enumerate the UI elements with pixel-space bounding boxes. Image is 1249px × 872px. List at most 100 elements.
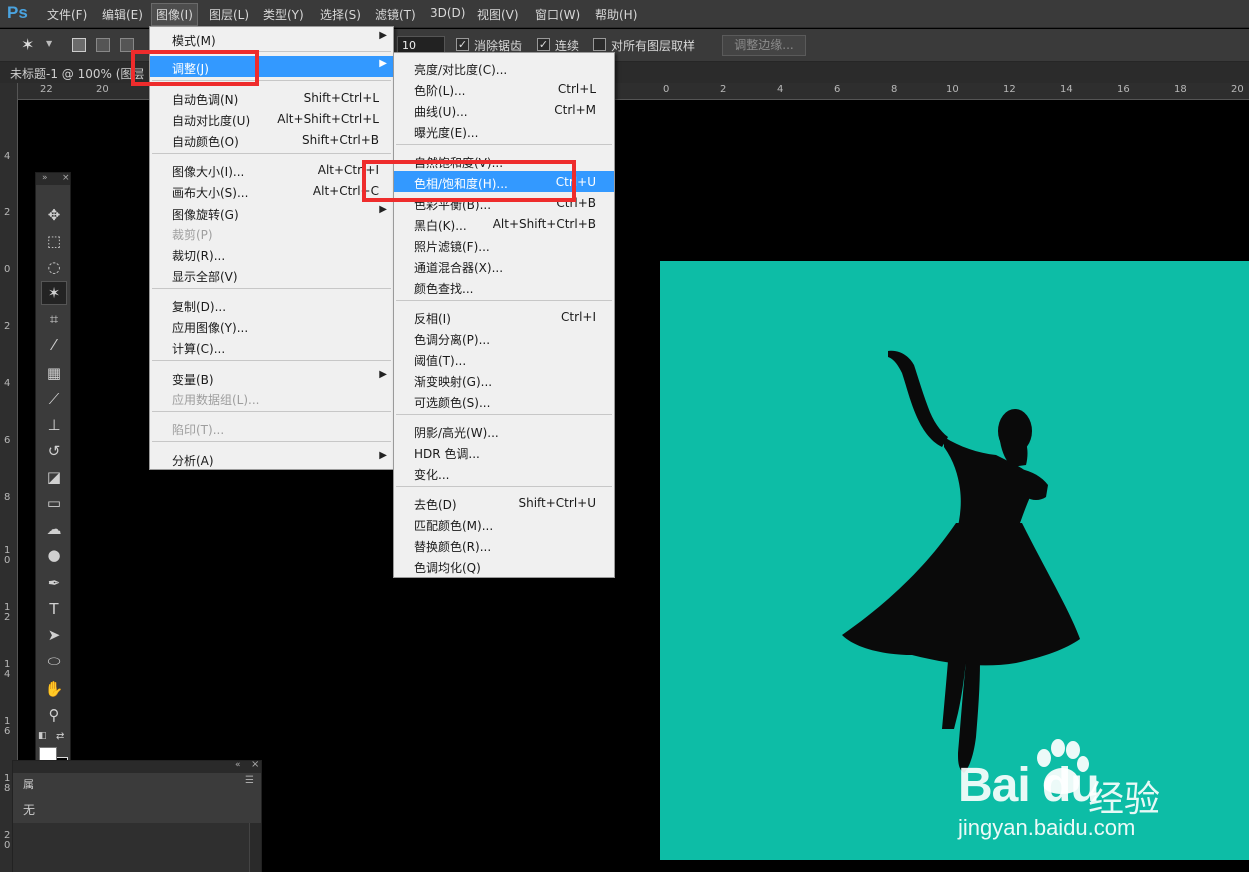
path-selection-tool-icon[interactable]: ➤ [41,623,67,647]
menu-file[interactable]: 文件(F) [47,6,87,23]
swap-colors-icon[interactable]: ⇄ [56,731,64,742]
menu-item-variations[interactable]: 变化... [394,462,614,483]
menu-item-color-lookup[interactable]: 颜色查找... [394,276,614,297]
menu-item-brightness-contrast[interactable]: 亮度/对比度(C)... [394,57,614,78]
crop-tool-icon[interactable]: ⌗ [41,307,67,331]
menu-window[interactable]: 窗口(W) [535,6,580,23]
vertical-ruler[interactable]: 4 2 0 2 4 6 8 1 0 1 2 1 4 1 6 1 8 2 0 [0,83,18,872]
menu-item-threshold[interactable]: 阈值(T)... [394,348,614,369]
menu-item-image-rotation[interactable]: 图像旋转(G) ▶ [150,202,393,223]
menu-item-apply-data-set: 应用数据组(L)... [172,393,260,407]
refine-edge-button[interactable]: 调整边缘... [722,35,806,56]
ruler-tick-label: 8 [891,84,898,95]
properties-panel: « × 属 ☰ 无 [12,759,262,872]
menu-3d[interactable]: 3D(D) [430,6,465,20]
menu-item-replace-color[interactable]: 替换颜色(R)... [394,534,614,555]
stamp-tool-icon[interactable]: ⊥ [41,413,67,437]
scrollbar[interactable] [249,823,261,872]
lasso-tool-icon[interactable]: ◌ [41,255,67,279]
magic-wand-tool-preset-icon[interactable]: ✶ [21,35,43,55]
menu-item-auto-contrast[interactable]: 自动对比度(U) Alt+Shift+Ctrl+L [150,108,393,129]
menu-item-equalize[interactable]: 色调均化(Q) [394,555,614,576]
menu-item-calculations[interactable]: 计算(C)... [150,336,393,357]
antialias-checkbox[interactable]: ✓ [456,38,469,51]
menu-item-match-color[interactable]: 匹配颜色(M)... [394,513,614,534]
menu-image[interactable]: 图像(I) [151,3,198,26]
menu-item-desaturate[interactable]: 去色(D) Shift+Ctrl+U [394,492,614,513]
menu-edit[interactable]: 编辑(E) [102,6,143,23]
chevron-down-icon[interactable]: ▼ [46,39,52,48]
tools-panel: » × ✥ ⬚ ◌ ✶ ⌗ ⁄ ▦ ⟋ ⊥ ↺ ◪ ▭ ☁ ● ✒ T ➤ ⬭ … [35,172,71,834]
menu-item-curves[interactable]: 曲线(U)... Ctrl+M [394,99,614,120]
dodge-tool-icon[interactable]: ● [41,543,67,567]
menu-item-image-size[interactable]: 图像大小(I)... Alt+Ctrl+I [150,159,393,180]
menu-item-channel-mixer[interactable]: 通道混合器(X)... [394,255,614,276]
add-to-selection-icon[interactable] [96,38,110,52]
menu-item-reveal-all[interactable]: 显示全部(V) [150,264,393,285]
ruler-tick-label: 6 [834,84,841,95]
tools-panel-header[interactable]: » × [36,173,70,185]
zoom-tool-icon[interactable]: ⚲ [41,703,67,727]
menu-type[interactable]: 类型(Y) [263,6,304,23]
collapse-icon[interactable]: « [235,760,241,770]
menu-item-variables[interactable]: 变量(B) ▶ [150,367,393,388]
contiguous-checkbox[interactable]: ✓ [537,38,550,51]
ruler-tick-label: 20 [96,84,109,95]
menu-item-levels[interactable]: 色阶(L)... Ctrl+L [394,78,614,99]
default-colors-icon[interactable]: ◧ [38,731,47,741]
properties-tab[interactable]: 属 [23,776,34,792]
menu-item-trim[interactable]: 裁切(R)... [150,243,393,264]
eyedropper-tool-icon[interactable]: ⁄ [41,333,67,357]
gradient-tool-icon[interactable]: ▭ [41,491,67,515]
ruler-tick-label: 6 [4,435,11,446]
menu-item-analysis[interactable]: 分析(A) ▶ [150,448,393,469]
menu-item-posterize[interactable]: 色调分离(P)... [394,327,614,348]
menu-item-exposure[interactable]: 曝光度(E)... [394,120,614,141]
watermark-url: jingyan.baidu.com [958,815,1136,840]
menu-item-black-white[interactable]: 黑白(K)... Alt+Shift+Ctrl+B [394,213,614,234]
menu-help[interactable]: 帮助(H) [595,6,637,23]
document-canvas[interactable] [660,261,1249,860]
pen-tool-icon[interactable]: ✒ [41,571,67,595]
marquee-tool-icon[interactable]: ⬚ [41,229,67,253]
collapse-icon[interactable]: » [42,173,48,183]
menu-item-duplicate[interactable]: 复制(D)... [150,294,393,315]
close-icon[interactable]: × [62,173,70,183]
healing-brush-tool-icon[interactable]: ▦ [41,361,67,385]
menu-filter[interactable]: 滤镜(T) [375,6,416,23]
menu-item-photo-filter[interactable]: 照片滤镜(F)... [394,234,614,255]
new-selection-icon[interactable] [72,38,86,52]
menu-item-apply-image[interactable]: 应用图像(Y)... [150,315,393,336]
brush-tool-icon[interactable]: ⟋ [41,387,67,411]
menu-view[interactable]: 视图(V) [477,6,519,23]
hand-tool-icon[interactable]: ✋ [41,677,67,701]
menu-item-invert[interactable]: 反相(I) Ctrl+I [394,306,614,327]
type-tool-icon[interactable]: T [41,597,67,621]
eraser-tool-icon[interactable]: ◪ [41,465,67,489]
menu-item-selective-color[interactable]: 可选颜色(S)... [394,390,614,411]
ruler-tick-label: 2 0 [4,830,11,851]
move-tool-icon[interactable]: ✥ [41,203,67,227]
annotation-highlight-hue-saturation [362,160,576,202]
sample-all-layers-checkbox[interactable] [593,38,606,51]
menu-item-mode[interactable]: 模式(M) ▶ [150,28,393,49]
close-icon[interactable]: × [251,759,259,770]
ruler-tick-label: 20 [1231,84,1244,95]
menu-item-shadows-highlights[interactable]: 阴影/高光(W)... [394,420,614,441]
menu-layer[interactable]: 图层(L) [209,6,249,23]
sample-all-layers-label: 对所有图层取样 [611,39,696,53]
ruler-tick-label: 0 [663,84,670,95]
menu-item-hdr-toning[interactable]: HDR 色调... [394,441,614,462]
menu-select[interactable]: 选择(S) [320,6,361,23]
menu-item-gradient-map[interactable]: 渐变映射(G)... [394,369,614,390]
properties-panel-header[interactable]: « × [13,759,261,773]
history-brush-tool-icon[interactable]: ↺ [41,439,67,463]
menu-item-auto-tone[interactable]: 自动色调(N) Shift+Ctrl+L [150,87,393,108]
magic-wand-tool-icon[interactable]: ✶ [41,281,67,305]
blur-tool-icon[interactable]: ☁ [41,517,67,541]
ellipse-tool-icon[interactable]: ⬭ [41,649,67,673]
panel-menu-icon[interactable]: ☰ [245,775,254,786]
menu-item-auto-color[interactable]: 自动颜色(O) Shift+Ctrl+B [150,129,393,150]
menu-item-canvas-size[interactable]: 画布大小(S)... Alt+Ctrl+C [150,180,393,201]
menu-item-crop: 裁剪(P) [172,228,213,242]
